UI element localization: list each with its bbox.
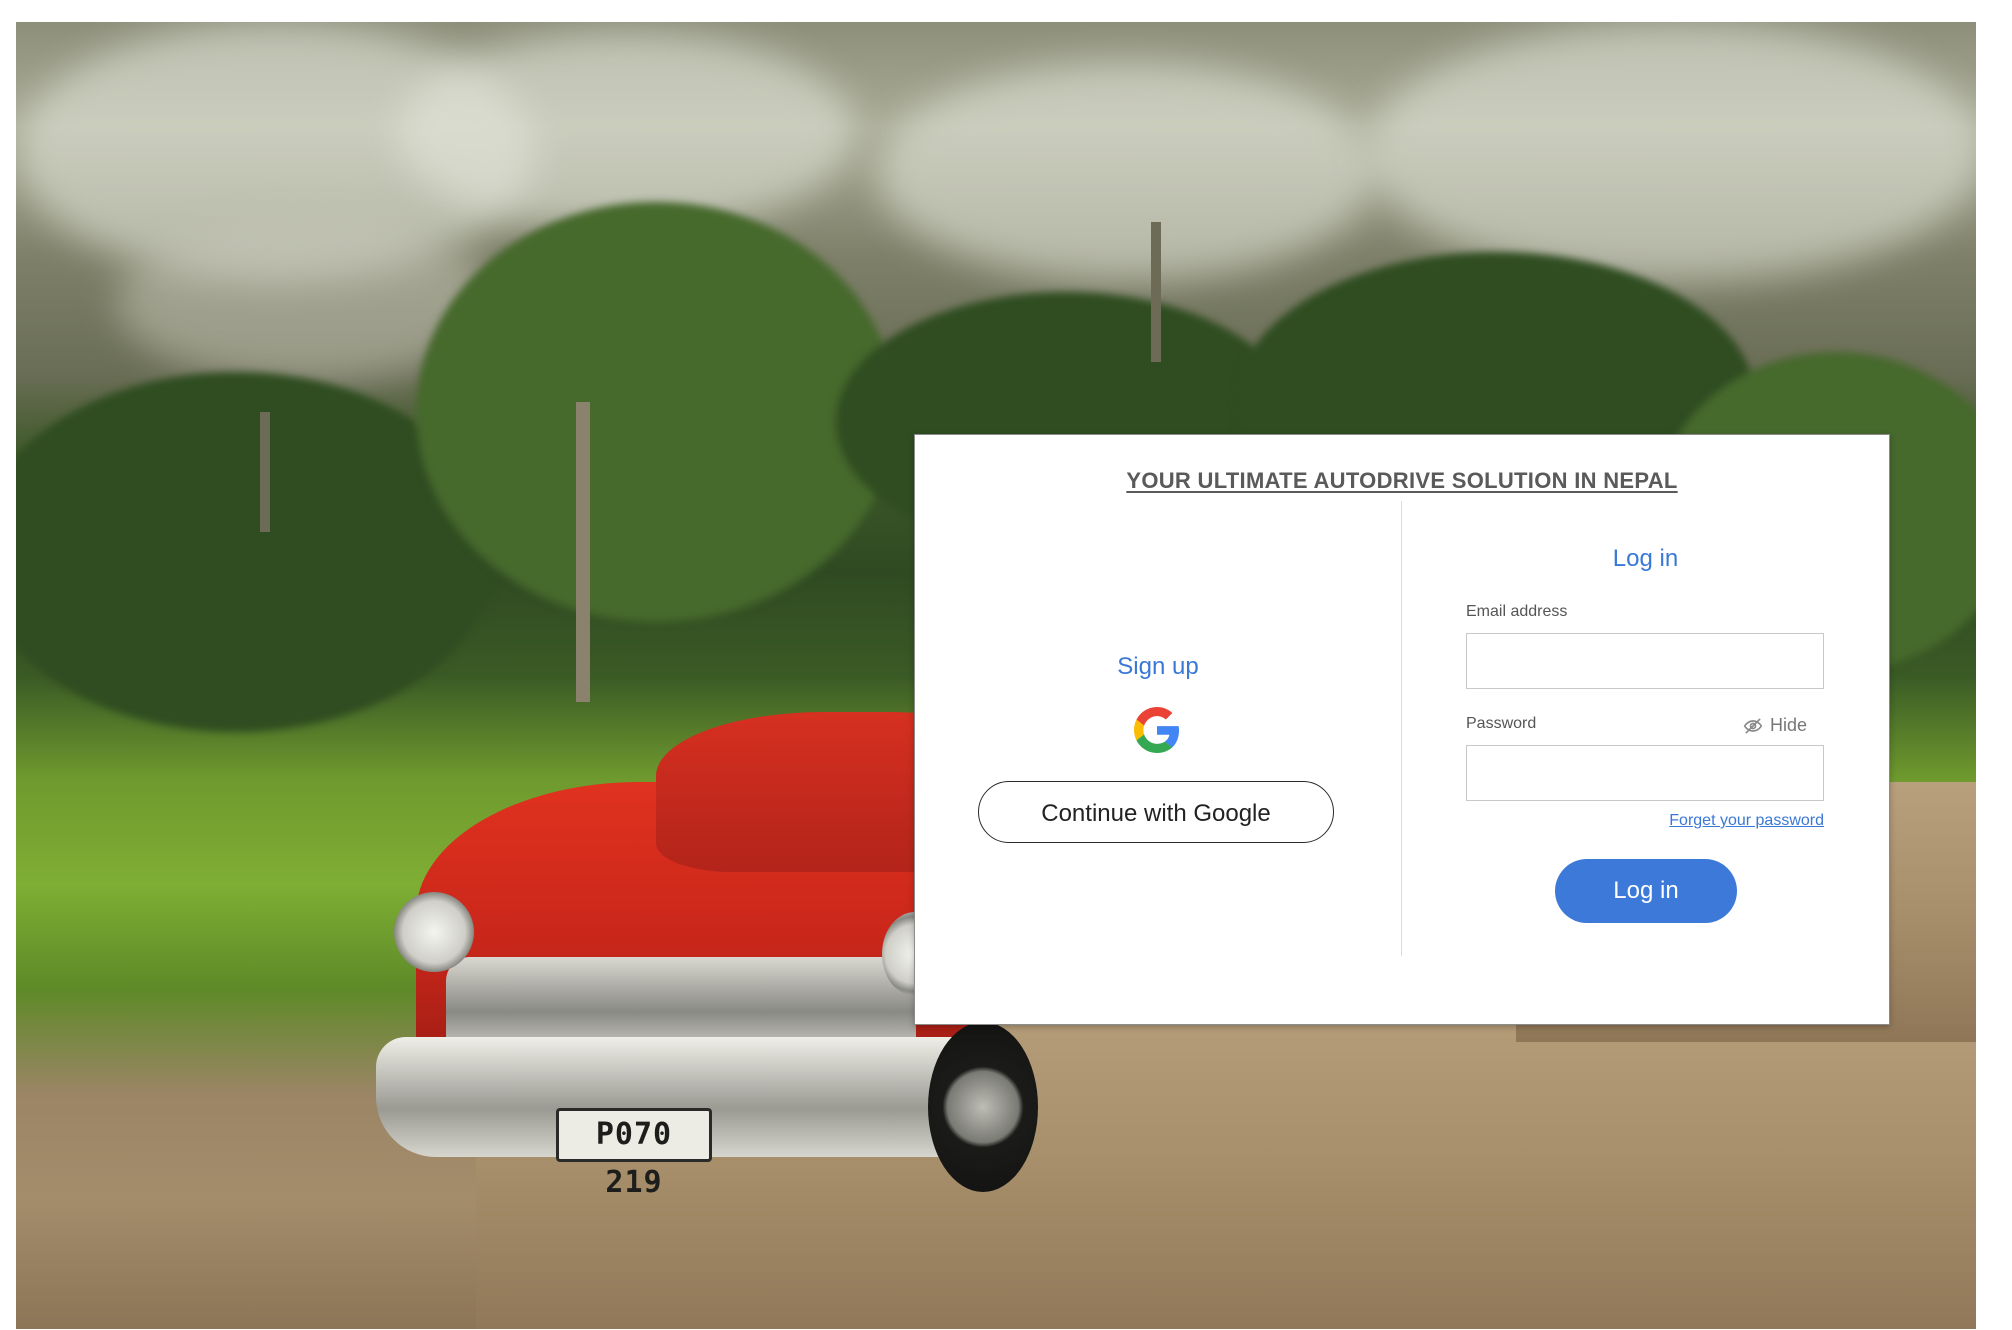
signup-title: Sign up	[1117, 653, 1199, 680]
login-title: Log in	[1612, 545, 1679, 572]
eye-slash-icon	[1743, 718, 1763, 733]
forgot-password-link[interactable]: Forget your password	[1649, 812, 1824, 830]
continue-with-google-button[interactable]: Continue with Google	[978, 781, 1334, 843]
tagline: YOUR ULTIMATE AUTODRIVE SOLUTION IN NEPA…	[1126, 468, 1678, 493]
hide-label: Hide	[1770, 715, 1808, 735]
google-g-icon	[1134, 707, 1180, 753]
password-label: Password	[1466, 715, 1537, 732]
hide-password-toggle[interactable]: Hide	[1743, 715, 1807, 736]
login-card: YOUR ULTIMATE AUTODRIVE SOLUTION IN NEPA…	[914, 434, 1890, 1025]
email-label: Email address	[1466, 603, 1568, 620]
email-field[interactable]	[1466, 633, 1824, 689]
password-field[interactable]	[1466, 745, 1824, 801]
login-button[interactable]: Log in	[1555, 859, 1737, 923]
license-plate: P070 219	[556, 1108, 712, 1200]
